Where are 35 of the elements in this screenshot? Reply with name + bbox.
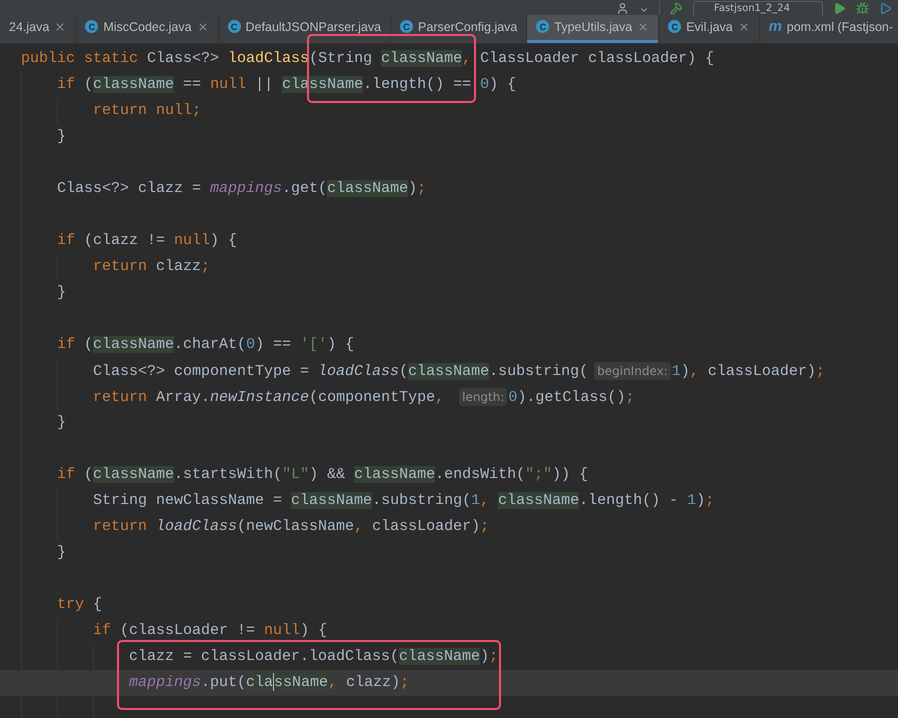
code-line: } — [56, 127, 68, 147]
code-line: Class<?> componentType = loadClass(className.substring( beginIndex: 1), classLoader); — [92, 361, 826, 382]
editor-tab[interactable]: C DefaultJSONParser.java — [218, 15, 392, 43]
code-line: return null; — [92, 101, 202, 121]
close-icon[interactable] — [637, 20, 650, 32]
debug-icon[interactable] — [856, 2, 869, 15]
code-line: } — [56, 283, 68, 303]
code-line: try { — [56, 595, 104, 615]
close-icon[interactable] — [196, 20, 209, 32]
file-icon: C — [668, 20, 682, 33]
code-line: Class<?> clazz = mappings.get(className); — [56, 179, 428, 199]
file-icon: C — [85, 20, 98, 33]
code-line: String newClassName = className.substring(1, className.length() - 1); — [92, 491, 716, 511]
user-icon[interactable] — [616, 2, 629, 15]
file-icon: C — [400, 20, 414, 33]
hammer-icon[interactable] — [670, 2, 683, 15]
code-line: return Array.newInstance(componentType, length: 0).getClass(); — [92, 387, 636, 408]
run-icon[interactable] — [833, 2, 846, 15]
code-line: if (className.startsWith("L") && className.endsWith(";")) { — [56, 465, 590, 485]
code-line: } — [56, 543, 68, 563]
code-line: return loadClass(newClassName, classLoader); — [92, 517, 490, 537]
coverage-icon[interactable] — [879, 2, 892, 15]
editor-tab[interactable]: C TypeUtils.java — [527, 15, 660, 43]
code-line: if (classLoader != null) { — [92, 621, 328, 641]
code-line: } — [56, 413, 68, 433]
code-line: public static Class<?> loadClass(String className, ClassLoader classLoader) { — [20, 49, 716, 69]
close-icon[interactable] — [54, 20, 66, 32]
file-icon: m — [768, 20, 782, 33]
code-line: clazz = classLoader.loadClass(className); — [128, 647, 500, 667]
code-line: if (className.charAt(0) == '[') { — [56, 335, 356, 355]
code-line: return clazz; — [92, 257, 212, 277]
file-icon: C — [228, 20, 241, 33]
file-icon: C — [536, 20, 550, 33]
close-icon[interactable] — [738, 20, 750, 32]
code-line: if (clazz != null) { — [56, 231, 238, 251]
